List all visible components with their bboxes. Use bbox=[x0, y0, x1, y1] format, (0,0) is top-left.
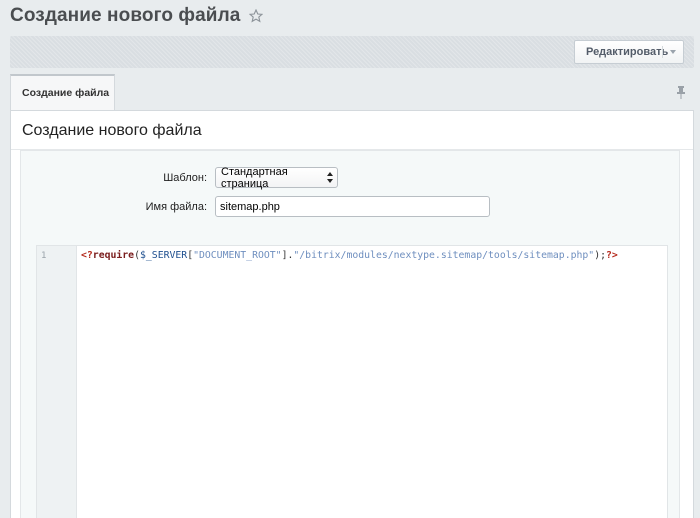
chevron-down-icon[interactable] bbox=[670, 50, 676, 54]
line-number: 1 bbox=[41, 251, 47, 261]
code-token: ); bbox=[594, 250, 606, 261]
code-line[interactable]: <?require($_SERVER["DOCUMENT_ROOT"]."/bi… bbox=[81, 250, 618, 261]
code-token: $_SERVER bbox=[140, 250, 188, 261]
tab-create-file[interactable]: Создание файла bbox=[10, 74, 115, 110]
star-icon[interactable] bbox=[249, 8, 264, 23]
edit-button[interactable]: Редактировать bbox=[574, 40, 684, 64]
page-header: Создание нового файла bbox=[0, 0, 700, 32]
code-token: require bbox=[92, 250, 135, 261]
filename-row: Имя файла: bbox=[30, 196, 490, 217]
filename-input[interactable] bbox=[215, 196, 490, 217]
edit-button-separator bbox=[662, 46, 663, 58]
content-panel: Создание нового файла Шаблон: Стандартна… bbox=[10, 110, 694, 518]
code-token: ?> bbox=[605, 250, 618, 261]
panel-title: Создание нового файла bbox=[22, 122, 202, 139]
template-label: Шаблон: bbox=[163, 171, 207, 184]
code-token: ]. bbox=[281, 250, 294, 261]
code-editor[interactable]: 1 <?require($_SERVER["DOCUMENT_ROOT"]."/… bbox=[36, 245, 668, 518]
code-token: <? bbox=[81, 250, 93, 261]
code-token: "DOCUMENT_ROOT" bbox=[193, 250, 282, 261]
tabs-bar: Создание файла bbox=[10, 74, 694, 110]
editor-gutter: 1 bbox=[37, 246, 77, 518]
code-token: "/bitrix/modules/nextype.sitemap/tools/s… bbox=[293, 250, 595, 261]
toolbar: Редактировать bbox=[10, 36, 694, 68]
edit-button-label: Редактировать bbox=[586, 46, 669, 58]
page-title: Создание нового файла bbox=[10, 5, 241, 26]
template-select-value: Стандартная страница bbox=[221, 165, 288, 190]
form-box: Шаблон: Стандартная страница Имя файла: … bbox=[20, 150, 680, 518]
pin-icon[interactable] bbox=[676, 85, 686, 99]
filename-label: Имя файла: bbox=[145, 200, 207, 213]
template-row: Шаблон: Стандартная страница bbox=[30, 165, 338, 190]
select-arrows-icon bbox=[327, 172, 333, 183]
template-select[interactable]: Стандартная страница bbox=[215, 165, 338, 190]
tab-label: Создание файла bbox=[22, 87, 110, 99]
